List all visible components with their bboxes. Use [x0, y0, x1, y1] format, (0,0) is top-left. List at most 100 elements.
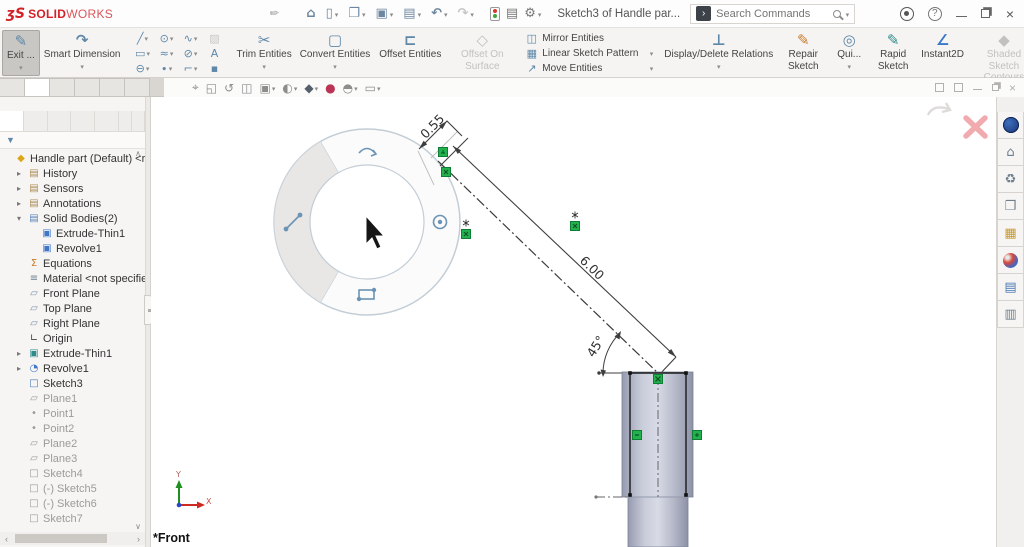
dropdown-caret-icon[interactable] [444, 8, 448, 20]
headsup-tool[interactable]: ◓ [343, 81, 358, 95]
tree-item[interactable]: Σ Equations [0, 256, 145, 271]
tree-item[interactable]: ▱ Front Plane [0, 286, 145, 301]
menu-item[interactable] [227, 11, 245, 17]
dropdown-caret-icon[interactable] [335, 8, 339, 20]
dropdown-caret-icon[interactable] [272, 82, 276, 94]
dimension-6.00[interactable] [453, 146, 676, 375]
tree-item[interactable]: ▱ Right Plane [0, 316, 145, 331]
dropdown-caret-icon[interactable] [418, 8, 422, 20]
ribbon-tab[interactable] [49, 78, 75, 96]
expand-arrow-icon[interactable]: ▸ [17, 349, 25, 358]
tree-item[interactable]: ◆ Handle part (Default) <regu [0, 151, 145, 166]
expand-arrow-icon[interactable]: ▸ [17, 199, 25, 208]
document-restore-button[interactable] [992, 84, 999, 91]
close-button[interactable]: × [1006, 7, 1014, 21]
dropdown-caret-icon[interactable] [354, 82, 358, 94]
dropdown-caret-icon[interactable] [650, 48, 654, 59]
sketch-canvas[interactable]: 0.55 6.00 45° [151, 97, 996, 547]
tree-item[interactable]: ▱ Plane3 [0, 451, 145, 466]
offset-entities-button[interactable]: ⊏ Offset Entities [374, 30, 446, 76]
tree-item[interactable]: ▱ Top Plane [0, 301, 145, 316]
tree-item[interactable]: ▸ ▤ History [0, 166, 145, 181]
dropdown-caret-icon[interactable] [377, 82, 381, 94]
pattern-tool[interactable]: ▦ Linear Sketch Pattern [525, 46, 653, 60]
ribbon-tab[interactable] [99, 78, 125, 96]
document-close-button[interactable]: × [1009, 82, 1016, 94]
tree-item[interactable]: ▱ Plane2 [0, 436, 145, 451]
manager-tab[interactable] [48, 111, 72, 131]
dropdown-caret-icon[interactable] [169, 63, 173, 74]
tree-item[interactable]: □ Sketch7 [0, 511, 145, 526]
quick-tool[interactable]: ↶ [427, 4, 451, 23]
menu-item[interactable] [161, 11, 179, 17]
sketch-entity-tool[interactable]: ∙ [155, 61, 179, 76]
headsup-tool[interactable]: ◱ [206, 81, 217, 95]
sketch-entity-tool[interactable]: A [203, 46, 227, 61]
window-tile-icon[interactable] [954, 83, 963, 92]
scrollbar-thumb[interactable] [15, 534, 107, 543]
expand-arrow-icon[interactable]: ▸ [17, 364, 25, 373]
search-input[interactable] [716, 8, 827, 20]
headsup-tool[interactable]: ↺ [224, 81, 234, 95]
dropdown-caret-icon[interactable] [170, 48, 174, 59]
trim-entities-button[interactable]: ✂ Trim Entities [233, 30, 296, 76]
sketch-entity-tool[interactable]: ▪ [203, 61, 227, 76]
tree-item[interactable]: ▸ ▣ Extrude-Thin1 [0, 346, 145, 361]
smart-dimension-button[interactable]: ↷ Smart Dimension [40, 30, 125, 76]
minimize-button[interactable] [956, 10, 967, 17]
sketch-point-stars[interactable] [463, 212, 578, 227]
manager-tab[interactable] [119, 111, 132, 131]
exit-sketch-button[interactable]: ✎ Exit ... [2, 30, 40, 76]
dimension-45deg-value[interactable]: 45° [583, 333, 607, 360]
pattern-tool[interactable]: ◫ Mirror Entities [525, 31, 653, 45]
manager-tab[interactable] [0, 111, 24, 131]
sketch-entity-tool[interactable]: ▨ [203, 31, 227, 46]
dropdown-caret-icon[interactable] [717, 61, 721, 73]
search-type-icon[interactable]: › [696, 6, 711, 21]
menu-item[interactable] [249, 11, 267, 17]
headsup-tool[interactable]: ● [325, 81, 335, 95]
tree-item[interactable]: • Point2 [0, 421, 145, 436]
new-window-icon[interactable] [935, 83, 944, 92]
options-button[interactable]: ⚙ [524, 6, 541, 21]
document-minimize-button[interactable] [973, 85, 982, 90]
manager-tab[interactable] [24, 111, 48, 131]
tree-horizontal-scrollbar[interactable]: ‹ › [0, 532, 145, 545]
convert-entities-button[interactable]: ▢ Convert Entities [296, 30, 375, 76]
dropdown-caret-icon[interactable] [19, 62, 23, 74]
search-icon[interactable] [833, 10, 841, 18]
sketch-entity-tool[interactable]: ⊖ [131, 61, 155, 76]
tree-item[interactable]: □ (-) Sketch6 [0, 496, 145, 511]
dropdown-caret-icon[interactable] [146, 63, 150, 74]
task-pane-tab[interactable]: ▦ [997, 220, 1024, 247]
tree-item[interactable]: □ Sketch3 [0, 376, 145, 391]
pin-menu-icon[interactable]: ✐ [266, 6, 281, 22]
tree-item[interactable]: ▾ ▤ Solid Bodies(2) [0, 211, 145, 226]
headsup-tool[interactable]: ▣ [260, 81, 276, 95]
quick-tool[interactable]: ▯ [322, 4, 343, 23]
scroll-right-icon[interactable]: › [132, 534, 145, 544]
expand-arrow-icon[interactable]: ▾ [17, 214, 25, 223]
tree-item[interactable]: ∟ Origin [0, 331, 145, 346]
task-pane-tab[interactable]: ▤ [997, 274, 1024, 301]
filter-icon[interactable]: ▼ [6, 135, 15, 145]
task-pane-tab[interactable]: ❒ [997, 193, 1024, 220]
tree-item[interactable]: ▸ ▤ Annotations [0, 196, 145, 211]
task-pane-tab[interactable] [997, 112, 1024, 139]
dropdown-caret-icon[interactable] [470, 8, 474, 20]
user-account-icon[interactable] [900, 7, 914, 21]
tree-item[interactable]: ▣ Extrude-Thin1 [0, 226, 145, 241]
task-pane-tab[interactable]: ▥ [997, 301, 1024, 328]
tree-item[interactable]: ▱ Plane1 [0, 391, 145, 406]
dropdown-caret-icon[interactable] [538, 8, 542, 20]
ribbon-tab[interactable] [124, 78, 150, 96]
sketch-entity-tool[interactable]: ∿ [179, 31, 203, 46]
sketch-entity-tool[interactable]: ╱ [131, 31, 155, 46]
scroll-left-icon[interactable]: ‹ [0, 534, 13, 544]
dropdown-caret-icon[interactable] [390, 8, 394, 20]
ribbon-tab[interactable] [0, 78, 25, 96]
tree-item[interactable]: ▸ ▤ Sensors [0, 181, 145, 196]
headsup-tool[interactable]: ◆ [304, 81, 318, 95]
tree-item[interactable]: □ (-) Sketch5 [0, 481, 145, 496]
dropdown-caret-icon[interactable] [194, 63, 198, 74]
